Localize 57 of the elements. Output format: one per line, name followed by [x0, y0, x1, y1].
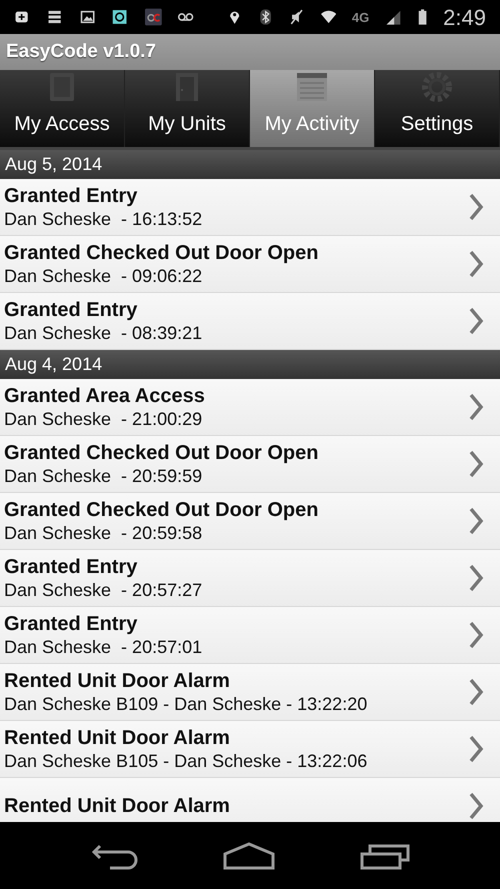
event-detail: Dan Scheske - 09:06:22	[4, 265, 204, 287]
event-detail: Dan Scheske - 20:59:58	[4, 522, 204, 544]
activity-row[interactable]: Granted Checked Out Door Open Dan Scheske - 09:06:22	[0, 236, 500, 293]
gear-icon	[421, 71, 453, 103]
activity-row[interactable]: Rented Unit Door Alarm Dan Scheske B105 - Dan Scheske - 13:22:06	[0, 721, 500, 778]
event-detail: Dan Scheske - 20:57:01	[4, 636, 204, 658]
tab[interactable]: My Units	[125, 70, 250, 147]
calendar-icon	[296, 71, 328, 103]
event-title: Granted Area Access	[4, 384, 206, 408]
app-icon	[145, 6, 162, 28]
clock: 2:49	[443, 4, 486, 32]
activity-row[interactable]: Rented Unit Door Alarm	[0, 778, 500, 822]
app-title: EasyCode v1.0.7	[0, 34, 500, 70]
activity-row[interactable]: Granted Area Access Dan Scheske - 21:00:29	[0, 379, 500, 436]
event-detail: Dan Scheske - 21:00:29	[4, 408, 204, 430]
event-title: Rented Unit Door Alarm	[4, 794, 231, 818]
event-detail: Dan Scheske B105 - Dan Scheske - 13:22:06	[4, 750, 368, 772]
chevron-icon	[468, 621, 484, 649]
date-header: Aug 5, 2014	[0, 150, 500, 179]
event-detail: Dan Scheske - 16:13:52	[4, 208, 204, 230]
event-title: Granted Entry	[4, 184, 138, 208]
event-title: Granted Checked Out Door Open	[4, 498, 320, 522]
chevron-icon	[468, 450, 484, 478]
event-detail: Dan Scheske - 20:59:59	[4, 465, 204, 487]
event-title: Granted Entry	[4, 298, 138, 322]
chevron-icon	[468, 735, 484, 763]
event-detail: Dan Scheske - 20:57:27	[4, 579, 204, 601]
event-title: Granted Checked Out Door Open	[4, 441, 320, 465]
event-title: Rented Unit Door Alarm	[4, 726, 231, 750]
chevron-icon	[468, 393, 484, 421]
tab[interactable]: My Access	[0, 70, 125, 147]
activity-row[interactable]: Granted Entry Dan Scheske - 16:13:52	[0, 179, 500, 236]
date-header: Aug 4, 2014	[0, 350, 500, 379]
event-title: Granted Entry	[4, 555, 138, 579]
event-title: Rented Unit Door Alarm	[4, 669, 231, 693]
activity-row[interactable]: Granted Checked Out Door Open Dan Scheske - 20:59:58	[0, 493, 500, 550]
home-icon[interactable]	[222, 842, 275, 870]
chevron-icon	[468, 678, 484, 706]
event-detail: Dan Scheske B109 - Dan Scheske - 13:22:20	[4, 693, 368, 715]
activity-row[interactable]: Granted Entry Dan Scheske - 08:39:21	[0, 293, 500, 350]
chevron-icon	[468, 250, 484, 278]
chevron-icon	[468, 564, 484, 592]
event-title: Granted Entry	[4, 612, 138, 636]
chevron-icon	[468, 193, 484, 221]
chevron-icon	[468, 792, 484, 820]
network-type: 4G	[352, 10, 370, 24]
chevron-icon	[468, 307, 484, 335]
recent-apps-icon[interactable]	[360, 842, 410, 870]
tab[interactable]: My Activity	[250, 70, 375, 147]
activity-row[interactable]: Granted Checked Out Door Open Dan Scheske - 20:59:59	[0, 436, 500, 493]
activity-row[interactable]: Granted Entry Dan Scheske - 20:57:27	[0, 550, 500, 607]
activity-row[interactable]: Granted Entry Dan Scheske - 20:57:01	[0, 607, 500, 664]
event-detail: Dan Scheske - 08:39:21	[4, 322, 204, 344]
chevron-icon	[468, 507, 484, 535]
event-title: Granted Checked Out Door Open	[4, 241, 320, 265]
activity-row[interactable]: Rented Unit Door Alarm Dan Scheske B109 - Dan Scheske - 13:22:20	[0, 664, 500, 721]
tab[interactable]: Settings	[375, 70, 500, 147]
